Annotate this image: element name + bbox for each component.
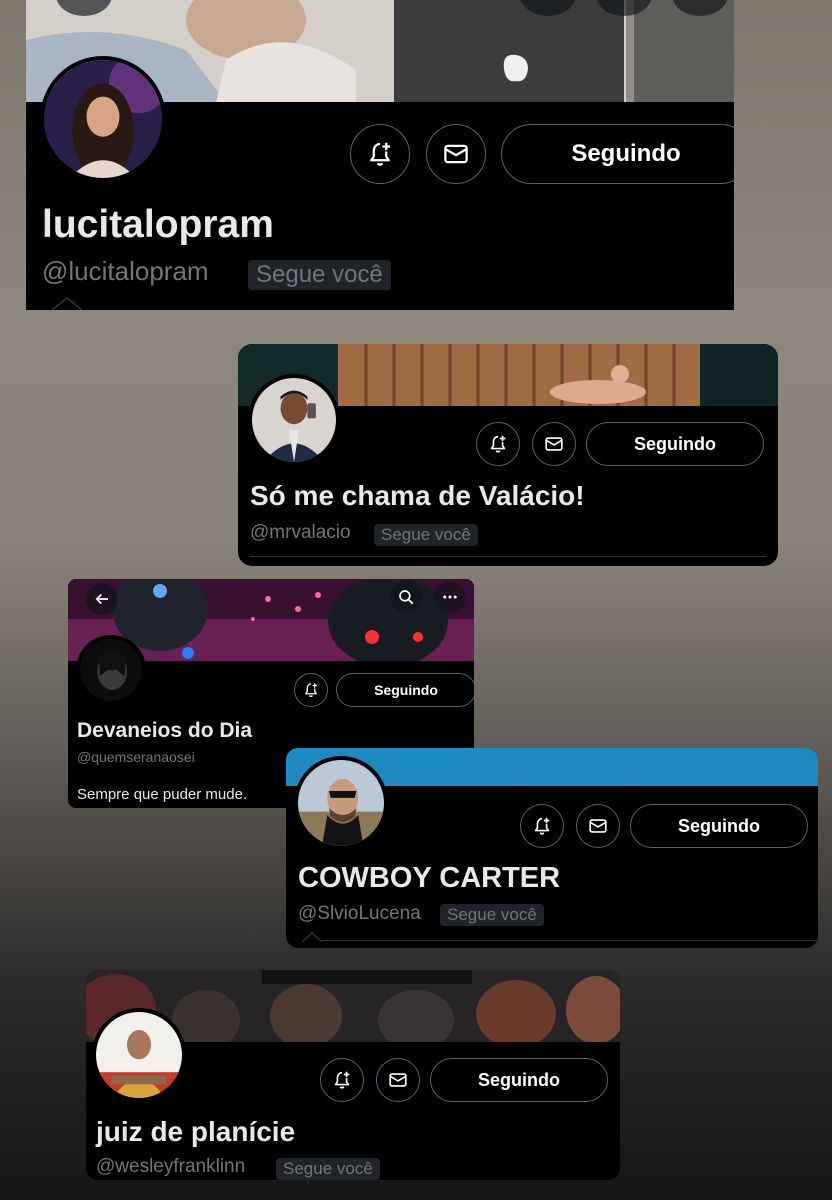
profile-handle: @SlvioLucena [298,903,421,924]
search-icon [399,590,414,605]
back-button[interactable] [86,583,118,615]
arrow-left-icon [95,593,108,605]
bell-plus-icon [490,435,506,453]
profile-handle: @quemseranaosei [77,749,195,765]
avatar-photo [44,60,162,178]
following-button-label: Seguindo [478,1069,560,1090]
following-button-label: Seguindo [374,682,438,698]
profile-card-lucitalopram: Seguindo lucitalopram @lucitalopram Segu… [26,0,734,310]
follows-you-badge: Segue você [374,524,478,546]
message-button[interactable] [426,124,486,184]
bell-plus-icon [370,142,390,166]
profile-card-juiz: Seguindo juiz de planície @wesleyfrankli… [86,970,620,1180]
more-button[interactable] [434,581,466,613]
profile-name: Devaneios do Dia [77,719,253,742]
profile-handle: @wesleyfranklinn [96,1156,246,1177]
bell-plus-icon [305,683,317,698]
notify-button[interactable] [350,124,410,184]
avatar[interactable] [294,756,388,850]
message-button[interactable] [576,804,620,848]
notify-button[interactable] [476,422,520,466]
message-button[interactable] [532,422,576,466]
profile-handle: @lucitalopram [42,256,209,286]
notify-button[interactable] [320,1058,364,1102]
tooltip-tail [52,297,82,310]
envelope-icon [444,144,468,164]
follows-you-badge: Segue você [248,260,391,290]
avatar[interactable] [40,56,166,182]
envelope-icon [589,819,607,833]
avatar-photo [252,378,336,462]
following-button[interactable]: Seguindo [586,422,764,466]
avatar-photo [96,1012,182,1098]
follows-you-badge: Segue você [440,904,544,926]
profile-bio: Sempre que puder mude. [77,786,248,803]
profile-name: Só me chama de Valácio! [250,480,585,511]
following-button[interactable]: Seguindo [630,804,808,848]
tooltip-tail [302,932,322,942]
following-button[interactable]: Seguindo [430,1058,608,1102]
avatar[interactable] [92,1008,186,1102]
notify-button[interactable] [520,804,564,848]
following-button[interactable]: Seguindo [336,673,474,707]
following-button-label: Seguindo [678,815,760,836]
avatar[interactable] [248,374,340,466]
search-button[interactable] [390,581,422,613]
following-button-label: Seguindo [571,140,681,167]
notify-button[interactable] [294,673,328,707]
avatar-photo [298,760,384,846]
more-icon [443,595,457,599]
bell-plus-icon [534,817,550,835]
profile-name: COWBOY CARTER [298,862,561,894]
profile-name: lucitalopram [42,203,274,246]
bell-plus-icon [334,1071,350,1089]
avatar-photo [80,639,142,701]
following-button-label: Seguindo [634,433,716,454]
profile-handle: @mrvalacio [250,522,351,543]
envelope-icon [389,1073,407,1087]
message-button[interactable] [376,1058,420,1102]
profile-name: juiz de planície [96,1116,296,1147]
card-divider [250,556,766,557]
following-button[interactable]: Seguindo [501,124,734,184]
envelope-icon [545,437,563,451]
profile-card-mrvalacio: Seguindo Só me chama de Valácio! @mrvala… [238,344,778,566]
card-divider [322,940,818,941]
profile-card-cowboy-carter: Seguindo COWBOY CARTER @SlvioLucena Segu… [286,748,818,948]
follows-you-badge: Segue você [276,1158,380,1180]
avatar[interactable] [76,635,146,705]
